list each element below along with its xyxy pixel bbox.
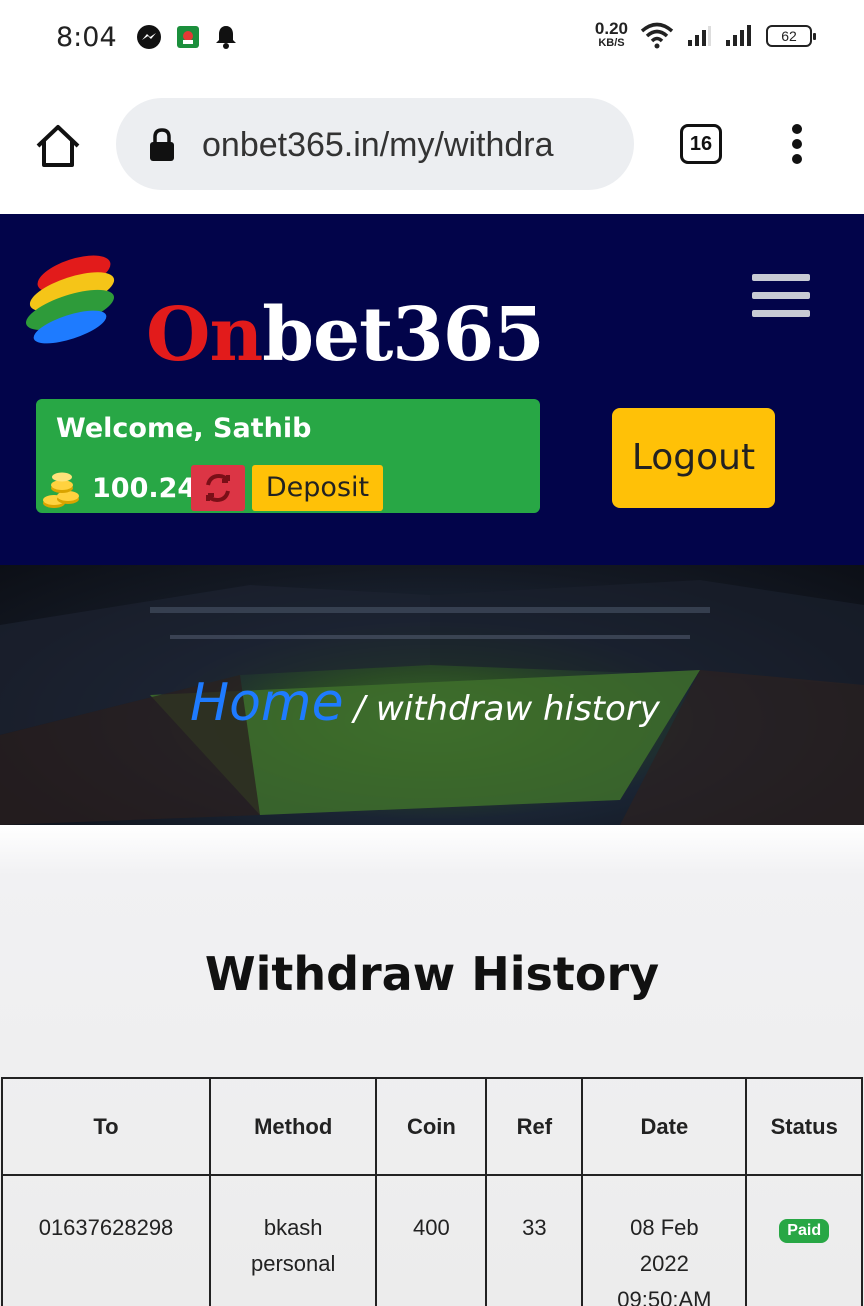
- status-badge: Paid: [779, 1219, 830, 1243]
- hero-banner: Home / withdraw history: [0, 565, 864, 825]
- signal-icon-2: [726, 25, 751, 46]
- column-header-coin: Coin: [375, 1077, 488, 1176]
- browser-toolbar: onbet365.in/my/withdra 16: [0, 78, 864, 214]
- home-icon[interactable]: [34, 122, 82, 170]
- table-header-row: To Method Coin Ref Date Status: [1, 1077, 863, 1176]
- lock-icon: [150, 128, 174, 161]
- logo-suffix: bet365: [262, 292, 544, 378]
- breadcrumb: Home / withdraw history: [190, 673, 660, 733]
- balance-amount: 100.24: [92, 473, 197, 504]
- network-speed: 0.20 KB/S: [595, 20, 628, 50]
- logo-wordmark: Onbet365: [146, 292, 545, 378]
- status-right: 0.20 KB/S 62: [595, 20, 816, 50]
- wifi-icon: [640, 22, 674, 49]
- address-bar[interactable]: onbet365.in/my/withdra: [116, 98, 634, 190]
- deposit-button[interactable]: Deposit: [252, 465, 383, 511]
- logo-mark-icon: [26, 255, 115, 344]
- main-content: Withdraw History To Method Coin Ref Date…: [0, 825, 864, 1306]
- logout-button[interactable]: Logout: [612, 408, 775, 508]
- messenger-icon: [137, 25, 161, 49]
- column-header-ref: Ref: [485, 1077, 584, 1176]
- speed-unit: KB/S: [598, 37, 625, 49]
- cell-ref: 33: [485, 1174, 584, 1306]
- site-header: Onbet365 Welcome, Sathib 100.24 Deposit …: [0, 214, 864, 565]
- url-text: onbet365.in/my/withdra: [202, 126, 554, 164]
- site-logo[interactable]: Onbet365: [24, 250, 545, 378]
- refresh-icon: [206, 473, 230, 503]
- status-time: 8:04: [56, 22, 117, 53]
- breadcrumb-home-link[interactable]: Home: [190, 673, 344, 733]
- column-header-status: Status: [745, 1077, 863, 1176]
- column-header-method: Method: [208, 1077, 378, 1176]
- cell-coin: 400: [375, 1174, 488, 1306]
- notification-icons: [136, 24, 238, 50]
- battery-icon: 62: [766, 25, 816, 47]
- breadcrumb-current: / withdraw history: [353, 689, 660, 729]
- cell-status: Paid: [745, 1174, 863, 1306]
- cell-to: 01637628298: [1, 1174, 211, 1306]
- cell-date: 08 Feb 2022 09:50:AM: [581, 1174, 748, 1306]
- page-title: Withdraw History: [204, 947, 660, 1001]
- column-header-to: To: [1, 1077, 211, 1176]
- logo-prefix: On: [146, 292, 263, 378]
- cell-method: bkash personal: [208, 1174, 378, 1306]
- hamburger-menu-icon[interactable]: [752, 274, 810, 322]
- coins-icon: [43, 472, 79, 508]
- signal-icon-1: [688, 26, 711, 46]
- status-bar: 8:04 0.20 KB/S 62: [0, 0, 864, 78]
- column-header-date: Date: [581, 1077, 748, 1176]
- refresh-balance-button[interactable]: [191, 465, 245, 511]
- tab-switcher-button[interactable]: 16: [680, 124, 722, 164]
- app-notification-icon: [177, 26, 199, 48]
- welcome-text: Welcome, Sathib: [56, 413, 312, 444]
- withdraw-history-table: To Method Coin Ref Date Status 016376282…: [1, 1077, 863, 1306]
- user-panel: Welcome, Sathib 100.24 Deposit: [36, 399, 540, 513]
- bell-icon: [216, 26, 236, 49]
- table-row: 01637628298 bkash personal 400 33 08 Feb…: [1, 1174, 863, 1306]
- browser-menu-icon[interactable]: [790, 124, 804, 166]
